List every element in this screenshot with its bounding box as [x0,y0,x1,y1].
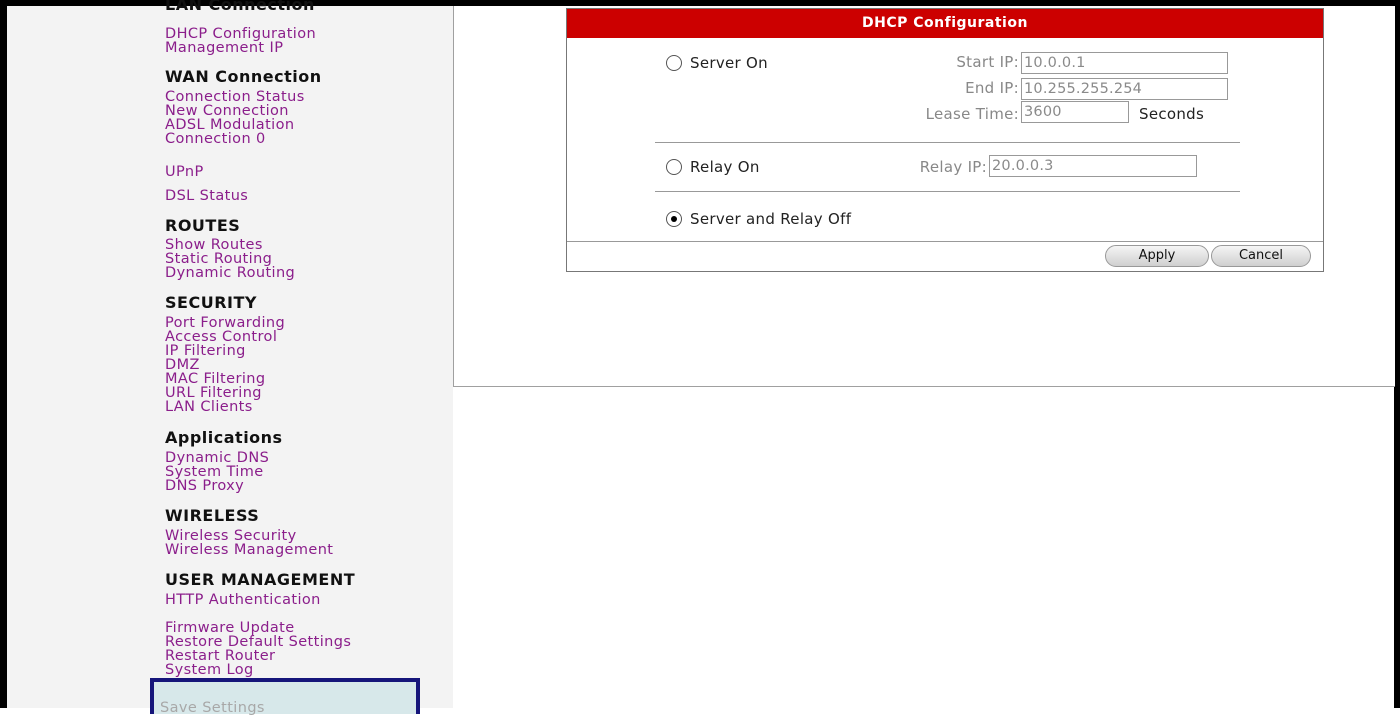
label-lease-time: Lease Time: [925,105,1019,123]
nav-dsl-status[interactable]: DSL Status [165,189,248,204]
section-heading-lan: LAN Connection [165,0,315,14]
window-frame-left [0,0,7,708]
lease-time-input[interactable] [1021,101,1129,123]
sidebar-nav: LAN Connection DHCP Configuration Manage… [7,0,453,716]
radio-server-relay-off[interactable] [666,211,682,227]
separator [655,191,1240,192]
separator [655,142,1240,143]
dhcp-config-panel: DHCP Configuration Server On Start IP: E… [566,8,1324,272]
section-heading-security: SECURITY [165,293,257,312]
nav-save-settings[interactable]: Save Settings [160,700,265,716]
radio-relay-on[interactable] [666,159,682,175]
section-heading-user-management: USER MANAGEMENT [165,570,356,589]
save-settings-highlight[interactable]: Save Settings [150,678,420,716]
nav-lan-clients[interactable]: LAN Clients [165,400,253,415]
nav-management-ip[interactable]: Management IP [165,41,283,56]
label-seconds: Seconds [1139,105,1205,123]
panel-title: DHCP Configuration [567,9,1323,38]
nav-upnp[interactable]: UPnP [165,165,204,180]
nav-dynamic-routing[interactable]: Dynamic Routing [165,266,295,281]
relay-ip-input[interactable] [989,155,1197,177]
label-server-on: Server On [690,54,768,72]
nav-http-authentication[interactable]: HTTP Authentication [165,593,321,608]
section-heading-wireless: WIRELESS [165,506,260,525]
end-ip-input[interactable] [1021,78,1228,100]
label-relay-ip: Relay IP: [919,158,987,176]
button-bar-divider [567,241,1323,242]
nav-wireless-management[interactable]: Wireless Management [165,543,333,558]
nav-connection-0[interactable]: Connection 0 [165,132,266,147]
label-start-ip: Start IP: [956,53,1019,71]
nav-dns-proxy[interactable]: DNS Proxy [165,479,244,494]
start-ip-input[interactable] [1021,52,1228,74]
section-heading-wan: WAN Connection [165,67,322,86]
label-server-relay-off: Server and Relay Off [690,210,852,228]
label-relay-on: Relay On [690,158,760,176]
apply-button[interactable]: Apply [1105,245,1209,267]
label-end-ip: End IP: [965,79,1019,97]
section-heading-applications: Applications [165,428,283,447]
cancel-button[interactable]: Cancel [1211,245,1311,267]
nav-system-log[interactable]: System Log [165,663,254,678]
radio-server-on[interactable] [666,55,682,71]
section-heading-routes: ROUTES [165,216,241,235]
